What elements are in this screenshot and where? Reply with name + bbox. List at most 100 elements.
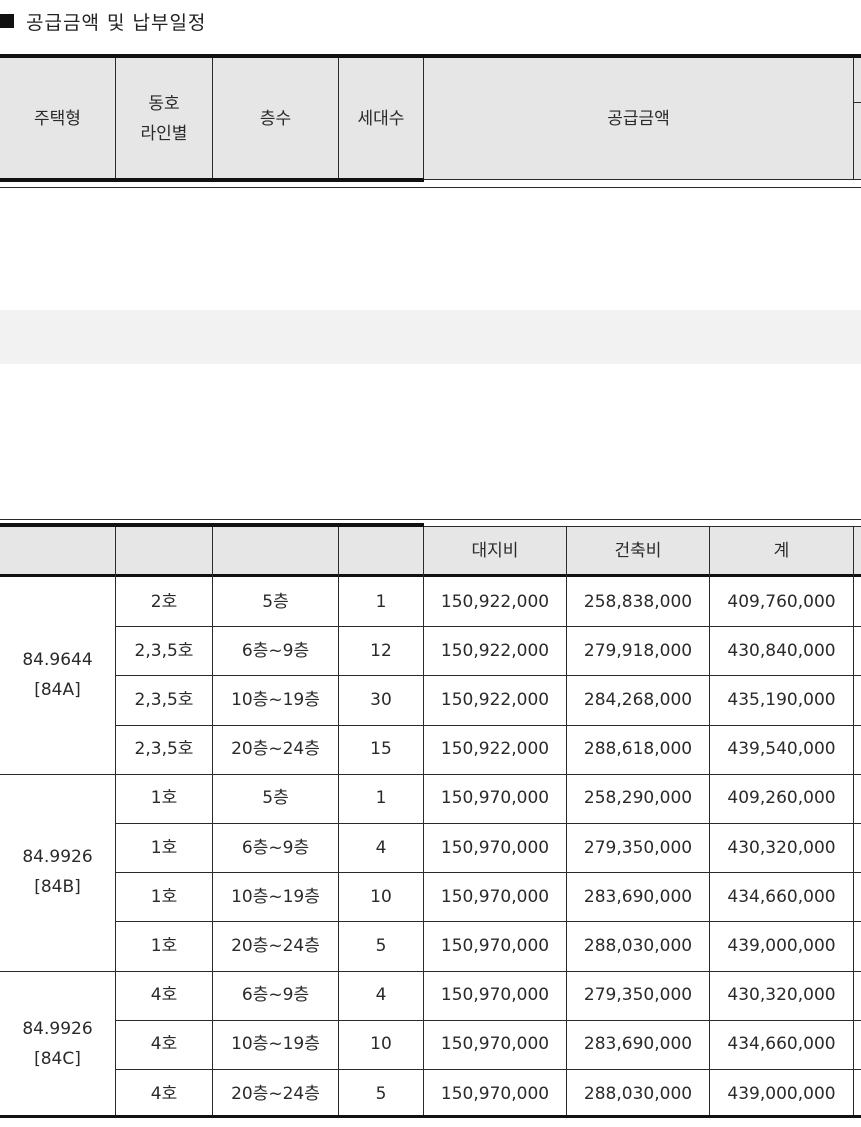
header-divider [423,58,424,179]
header-divider [115,58,116,179]
subheader-building-cell: 건축비 [567,527,709,575]
header-type-label: 주택형 [34,108,81,129]
cell-floor: 10층~19층 [231,689,320,710]
row-divider [116,724,861,726]
cell-total: 439,540,000 [727,739,836,760]
cell-total: 439,000,000 [727,1083,836,1104]
type-label: 84.9644 [22,650,93,671]
header-line-label-1: 동호 [148,93,180,114]
cell-households: 4 [375,837,387,858]
cell-households: 5 [375,1083,387,1104]
cell-households: 4 [375,985,387,1006]
header-price-label: 공급금액 [607,108,670,129]
header-divider [212,58,213,179]
header-divider [338,58,339,179]
header-line-cell: 동호 라인별 [116,58,212,179]
cell-land: 150,970,000 [440,985,550,1006]
row-divider [116,626,861,628]
cell-line: 2,3,5호 [134,739,194,760]
cell-total: 435,190,000 [727,689,836,710]
type-label: [84A] [34,680,81,701]
cell-building: 279,350,000 [583,985,693,1006]
cell-land: 150,970,000 [440,886,550,907]
cell-households: 30 [370,689,392,710]
header-floor-cell: 층수 [213,58,338,179]
cell-households: 5 [375,935,387,956]
section-title: 공급금액 및 납부일정 [0,6,206,36]
header-bottom-border [424,179,861,180]
subheader-land-cell: 대지비 [424,527,566,575]
header-type-cell: 주택형 [0,58,115,179]
cell-land: 150,970,000 [440,1034,550,1055]
cell-total: 430,320,000 [727,837,836,858]
cell-line: 2,3,5호 [134,640,194,661]
cell-total: 430,320,000 [727,985,836,1006]
subheader-land-label: 대지비 [471,541,519,561]
type-label: 84.9926 [22,847,93,868]
header-floor-label: 층수 [259,108,292,129]
cell-floor: 5층 [262,788,289,809]
cell-floor: 6층~9층 [241,837,310,858]
column-divider [212,527,213,1115]
cell-floor: 5층 [262,591,289,612]
cell-building: 283,690,000 [583,1034,693,1055]
column-divider [423,527,424,1115]
cell-line: 1호 [150,886,178,907]
cell-line: 1호 [150,788,178,809]
header-divider [853,58,854,179]
cell-land: 150,970,000 [440,935,550,956]
header-households-label: 세대수 [357,108,405,129]
cell-line: 4호 [150,1083,178,1104]
cell-line: 1호 [150,935,178,956]
cell-floor: 6층~9층 [241,985,310,1006]
header-price-cell: 공급금액 [424,58,853,179]
cell-land: 150,970,000 [440,837,550,858]
row-divider [116,921,861,923]
cell-total: 434,660,000 [727,886,836,907]
cell-land: 150,922,000 [440,739,550,760]
cell-line: 1호 [150,837,178,858]
subheader-total-cell: 계 [710,527,853,575]
column-divider [115,527,116,1115]
cell-total: 439,000,000 [727,935,836,956]
cell-building: 279,350,000 [583,837,693,858]
type-label: [84B] [34,877,81,898]
cell-land: 150,970,000 [440,788,550,809]
cell-line: 4호 [150,985,178,1006]
square-bullet-icon [0,14,14,28]
row-divider [116,872,861,874]
cell-land: 150,922,000 [440,689,550,710]
header-line-label-2: 라인별 [140,123,188,144]
row-divider [116,823,861,824]
header-divider [853,102,861,103]
cell-total: 409,760,000 [727,591,836,612]
cell-households: 15 [370,739,392,760]
column-divider [566,527,567,1115]
row-divider [116,1019,861,1021]
cell-floor: 6층~9층 [241,640,310,661]
cell-building: 258,838,000 [583,591,693,612]
cell-households: 10 [370,886,392,907]
cell-building: 283,690,000 [583,886,693,907]
type-cell: 84.9926 [84C] [0,971,115,1119]
cell-households: 1 [375,591,387,612]
type-cell: 84.9926 [84B] [0,774,115,971]
section-title-text: 공급금액 및 납부일정 [26,11,207,34]
cell-floor: 20층~24층 [231,935,320,956]
subheader-building-label: 건축비 [614,541,662,561]
row-divider [116,675,861,677]
cell-building: 288,030,000 [583,935,693,956]
type-label: [84C] [34,1049,81,1070]
cell-land: 150,922,000 [440,591,550,612]
cell-floor: 20층~24층 [231,739,320,760]
cell-households: 1 [375,788,387,809]
header-bottom-border [0,187,861,188]
type-label: 84.9926 [22,1019,93,1040]
cell-building: 288,618,000 [583,739,693,760]
column-divider [853,527,854,1115]
cell-households: 10 [370,1034,392,1055]
cell-line: 4호 [150,1034,178,1055]
cell-floor: 10층~19층 [231,886,320,907]
table-top-border [0,519,861,520]
column-divider [709,527,710,1115]
